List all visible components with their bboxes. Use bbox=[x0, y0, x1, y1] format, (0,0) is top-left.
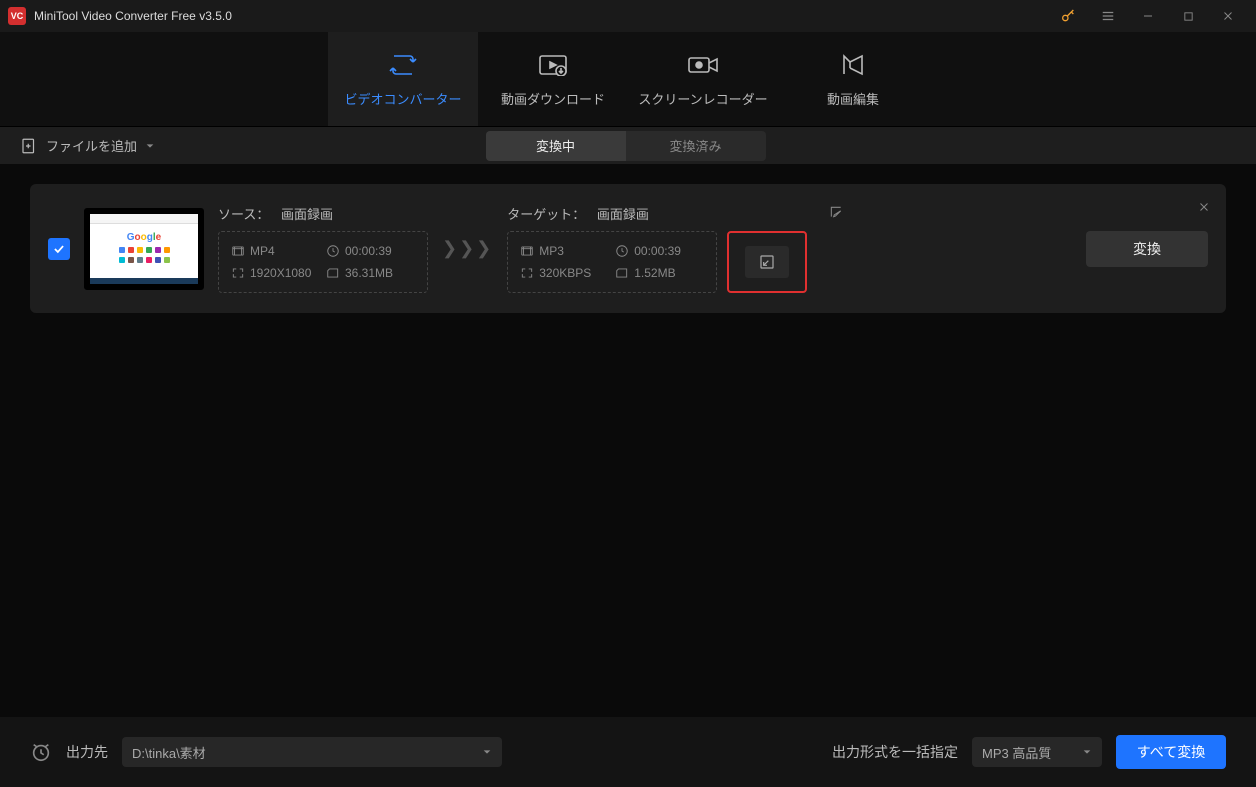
footer-bar: 出力先 D:\tinka\素材 出力形式を一括指定 MP3 高品質 すべて変換 bbox=[0, 717, 1256, 787]
clock-icon bbox=[326, 244, 340, 258]
recorder-icon bbox=[687, 51, 719, 79]
title-bar: VC MiniTool Video Converter Free v3.5.0 bbox=[0, 0, 1256, 32]
compress-icon bbox=[759, 254, 775, 270]
target-info: ターゲット： 画面録画 MP3 00:00 bbox=[507, 204, 843, 293]
chevron-down-icon bbox=[145, 141, 155, 151]
content-area: Google ソース： 画面録画 MP4 bbox=[0, 164, 1256, 333]
menu-button[interactable] bbox=[1088, 0, 1128, 32]
format-icon bbox=[231, 244, 245, 258]
format-preset-select[interactable]: MP3 高品質 bbox=[972, 737, 1102, 767]
check-icon bbox=[52, 242, 66, 256]
output-path-select[interactable]: D:\tinka\素材 bbox=[122, 737, 502, 767]
convert-icon bbox=[388, 51, 418, 79]
segment-converting[interactable]: 変換中 bbox=[486, 131, 626, 161]
segment-converted[interactable]: 変換済み bbox=[626, 131, 766, 161]
remove-item-button[interactable] bbox=[1198, 200, 1210, 216]
output-dest-label: 出力先 bbox=[66, 742, 108, 762]
maximize-button[interactable] bbox=[1168, 0, 1208, 32]
filesize-icon bbox=[615, 266, 629, 280]
source-resolution: 1920X1080 bbox=[250, 266, 311, 280]
nav-tabs: ビデオコンバーター 動画ダウンロード スクリーンレコーダー 動画編集 bbox=[0, 32, 1256, 126]
convert-button[interactable]: 変換 bbox=[1086, 231, 1208, 267]
target-name: 画面録画 bbox=[597, 207, 649, 222]
clock-icon bbox=[615, 244, 629, 258]
source-label: ソース： bbox=[218, 207, 269, 222]
tab-video-download[interactable]: 動画ダウンロード bbox=[478, 32, 628, 126]
video-thumbnail[interactable]: Google bbox=[84, 208, 204, 290]
tab-label: 動画ダウンロード bbox=[501, 89, 605, 108]
source-info: ソース： 画面録画 MP4 00:00:39 bbox=[218, 204, 428, 293]
resolution-icon bbox=[231, 266, 245, 280]
add-file-icon bbox=[20, 137, 38, 155]
close-icon bbox=[1198, 201, 1210, 213]
chevron-down-icon bbox=[1082, 747, 1092, 757]
filesize-icon bbox=[326, 266, 340, 280]
tab-label: ビデオコンバーター bbox=[344, 89, 461, 108]
target-duration: 00:00:39 bbox=[634, 244, 681, 258]
target-size: 1.52MB bbox=[634, 266, 675, 280]
conversion-item: Google ソース： 画面録画 MP4 bbox=[30, 184, 1226, 313]
target-bitrate: 320KBPS bbox=[539, 266, 591, 280]
format-preset-value: MP3 高品質 bbox=[982, 743, 1051, 762]
edit-target-button[interactable] bbox=[829, 205, 843, 222]
add-file-label: ファイルを追加 bbox=[46, 136, 137, 155]
tab-video-edit[interactable]: 動画編集 bbox=[778, 32, 928, 126]
source-name: 画面録画 bbox=[281, 207, 333, 222]
app-title: MiniTool Video Converter Free v3.5.0 bbox=[34, 9, 232, 23]
tab-video-converter[interactable]: ビデオコンバーター bbox=[328, 32, 478, 126]
source-duration: 00:00:39 bbox=[345, 244, 392, 258]
source-size: 36.31MB bbox=[345, 266, 393, 280]
app-logo-icon: VC bbox=[8, 7, 26, 25]
upgrade-key-icon[interactable] bbox=[1048, 0, 1088, 32]
chevron-down-icon bbox=[482, 747, 492, 757]
item-checkbox[interactable] bbox=[48, 238, 70, 260]
output-path-value: D:\tinka\素材 bbox=[132, 743, 206, 762]
highlight-annotation bbox=[727, 231, 807, 293]
add-file-button[interactable]: ファイルを追加 bbox=[20, 136, 155, 155]
compress-button[interactable] bbox=[745, 246, 789, 278]
source-format: MP4 bbox=[250, 244, 275, 258]
convert-all-button[interactable]: すべて変換 bbox=[1116, 735, 1226, 769]
download-icon bbox=[538, 51, 568, 79]
close-button[interactable] bbox=[1208, 0, 1248, 32]
edit-icon bbox=[829, 205, 843, 219]
edit-icon bbox=[840, 51, 866, 79]
status-segment: 変換中 変換済み bbox=[486, 131, 766, 161]
alarm-icon[interactable] bbox=[30, 741, 52, 763]
tab-label: スクリーンレコーダー bbox=[638, 89, 767, 108]
tab-label: 動画編集 bbox=[827, 89, 879, 108]
format-icon bbox=[520, 244, 534, 258]
minimize-button[interactable] bbox=[1128, 0, 1168, 32]
target-format: MP3 bbox=[539, 244, 564, 258]
toolbar: ファイルを追加 変換中 変換済み bbox=[0, 126, 1256, 164]
tab-screen-recorder[interactable]: スクリーンレコーダー bbox=[628, 32, 778, 126]
target-label: ターゲット： bbox=[507, 207, 585, 222]
batch-format-label: 出力形式を一括指定 bbox=[832, 742, 958, 762]
bitrate-icon bbox=[520, 266, 534, 280]
arrow-icon: ❯❯❯ bbox=[442, 238, 493, 259]
